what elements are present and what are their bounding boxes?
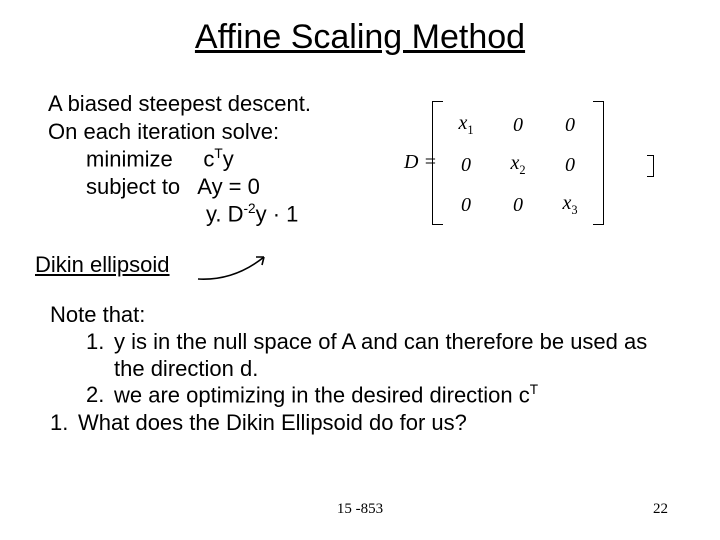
question-text: What does the Dikin Ellipsoid do for us? (78, 410, 668, 437)
dikin-label: Dikin ellipsoid (35, 252, 170, 278)
matrix-cell: x1 (440, 105, 492, 145)
matrix-cell: 0 (544, 145, 596, 185)
objective-y: y (223, 146, 234, 171)
line-iteration: On each iteration solve: (48, 118, 311, 146)
line-subject: subject to Ay = 0 (48, 173, 311, 201)
note-item-num: 2. (86, 382, 114, 409)
notes-header: Note that: (50, 302, 668, 329)
matrix-cell: 0 (492, 185, 544, 225)
question-item: 1. What does the Dikin Ellipsoid do for … (50, 410, 668, 437)
stray-bracket-icon (647, 155, 654, 177)
note-item-2: 2. we are optimizing in the desired dire… (50, 382, 668, 409)
note-item-text: we are optimizing in the desired directi… (114, 382, 668, 409)
matrix-D: D = x1 0 0 0 x2 0 0 0 x3 (440, 105, 596, 225)
slide-title: Affine Scaling Method (0, 18, 720, 57)
objective-sup: T (214, 146, 222, 161)
bracket-left-icon (432, 101, 443, 225)
question-num: 1. (50, 410, 78, 437)
matrix-cell: 0 (492, 105, 544, 145)
notes-block: Note that: 1. y is in the null space of … (50, 302, 668, 436)
note-item-text: y is in the null space of A and can ther… (114, 329, 668, 383)
note-item-text-sup: T (530, 382, 538, 397)
constraint-pre: y. D (206, 202, 243, 227)
line-biased: A biased steepest descent. (48, 90, 311, 118)
footer-course: 15 -853 (0, 501, 720, 518)
matrix-cell: x3 (544, 185, 596, 225)
subject-expr: Ay = 0 (197, 174, 260, 199)
bracket-right-icon (593, 101, 604, 225)
matrix-cell: 0 (440, 185, 492, 225)
footer-page-number: 22 (653, 501, 668, 518)
slide: Affine Scaling Method A biased steepest … (0, 0, 720, 540)
matrix-cell: 0 (544, 105, 596, 145)
subject-label: subject to (86, 174, 180, 199)
matrix-cell: x2 (492, 145, 544, 185)
constraint-sup: -2 (243, 201, 255, 216)
note-item-num: 1. (86, 329, 114, 383)
matrix-grid: x1 0 0 0 x2 0 0 0 x3 (440, 105, 596, 225)
matrix-cell: 0 (440, 145, 492, 185)
note-item-1: 1. y is in the null space of A and can t… (50, 329, 668, 383)
constraint-post: y · 1 (256, 202, 299, 227)
line-constraint: y. D-2y · 1 (48, 200, 311, 228)
objective-c: c (203, 146, 214, 171)
minimize-label: minimize (86, 146, 173, 171)
problem-block: A biased steepest descent. On each itera… (48, 90, 311, 228)
note-item-text-pre: we are optimizing in the desired directi… (114, 383, 530, 408)
callout-arrow-icon (194, 251, 274, 285)
line-minimize: minimize cTy (48, 145, 311, 173)
